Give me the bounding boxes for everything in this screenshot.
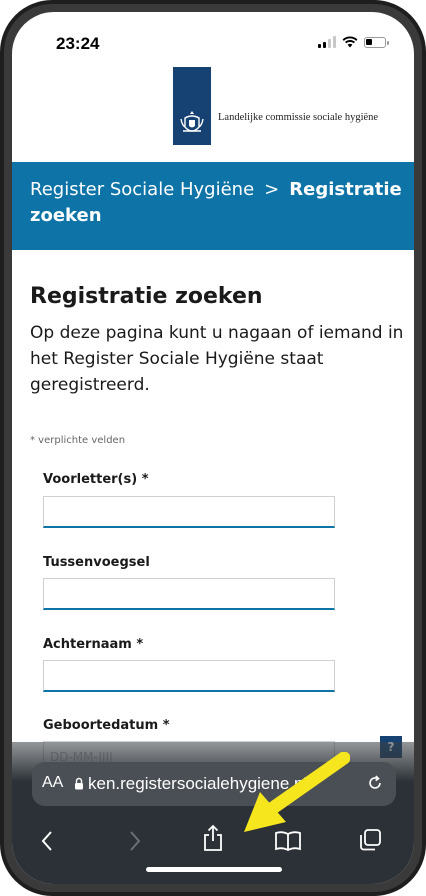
crest-icon <box>180 111 204 132</box>
infix-label: Tussenvoegsel <box>43 555 150 570</box>
battery-icon <box>364 36 389 48</box>
intro-text: Op deze pagina kunt u nagaan of iemand i… <box>30 323 404 395</box>
text-size-button[interactable]: AA <box>42 774 63 792</box>
status-icons <box>318 36 389 48</box>
home-indicator[interactable] <box>146 867 282 872</box>
phone-screen: 23:24 Landelijke commissie sociale hygië… <box>12 12 414 884</box>
breadcrumb: Register Sociale Hygiëne > Registratie zoe… <box>30 177 410 229</box>
initials-label: Voorletter(s) * <box>43 472 149 487</box>
back-icon[interactable] <box>40 830 54 852</box>
battery-fill <box>366 38 372 45</box>
breadcrumb-parent-link[interactable]: Register Sociale Hygiëne <box>30 179 254 200</box>
status-bar: 23:24 <box>12 12 414 60</box>
required-fields-note: * verplichte velden <box>30 435 126 446</box>
surname-input[interactable] <box>43 660 335 692</box>
birthdate-label: Geboortedatum * <box>43 718 170 733</box>
government-logo <box>173 67 211 145</box>
annotation-arrow <box>244 752 350 832</box>
lock-icon <box>75 777 83 790</box>
initials-input[interactable] <box>43 496 335 528</box>
infix-input[interactable] <box>43 578 335 610</box>
breadcrumb-separator: > <box>264 179 280 200</box>
tabs-icon[interactable] <box>358 828 382 852</box>
share-icon[interactable] <box>202 824 224 852</box>
reload-icon[interactable] <box>366 774 384 792</box>
surname-label: Achternaam * <box>43 637 144 652</box>
status-time: 23:24 <box>56 34 100 53</box>
organisation-name: Landelijke commissie sociale hygiëne <box>218 112 379 123</box>
forward-icon[interactable] <box>128 830 142 852</box>
cellular-signal-icon <box>318 36 336 48</box>
wifi-icon <box>342 36 358 48</box>
page-title: Registratie zoeken <box>30 284 263 309</box>
